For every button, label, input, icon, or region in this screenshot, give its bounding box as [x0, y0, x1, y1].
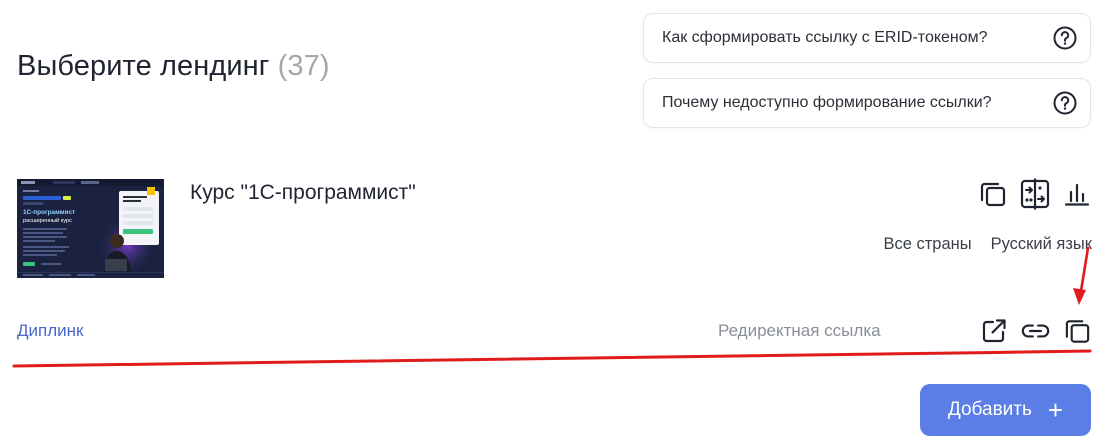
erid-help-label: Как сформировать ссылку с ERID-токеном? [662, 29, 988, 46]
landing-select-page: Выберите лендинг (37) Как сформировать с… [0, 0, 1106, 448]
add-button[interactable]: Добавить + [920, 384, 1091, 436]
red-arrow-head [1073, 288, 1086, 305]
compare-landing-button[interactable] [1020, 178, 1050, 210]
plus-icon: + [1047, 395, 1064, 425]
page-title: Выберите лендинг (37) [17, 50, 330, 83]
unavailable-help-label: Почему недоступно формирование ссылки? [662, 94, 992, 111]
red-underline [12, 349, 1092, 368]
landing-count: (37) [277, 50, 330, 82]
add-button-label: Добавить [947, 399, 1032, 420]
language-label: Русский язык [990, 235, 1092, 253]
copy-link-button[interactable] [1063, 315, 1092, 347]
svg-text:расширенный курс: расширенный курс [23, 217, 72, 224]
question-circle-icon [1053, 26, 1077, 50]
erid-help-button[interactable]: Как сформировать ссылку с ERID-токеном? [643, 13, 1091, 63]
countries-label: Все страны [883, 235, 972, 253]
get-link-button[interactable] [1021, 315, 1050, 347]
external-link-icon [982, 319, 1006, 343]
copy-landing-button[interactable] [978, 178, 1008, 210]
red-arrow-shaft [1078, 246, 1090, 299]
deeplink-link[interactable]: Диплинк [17, 321, 83, 341]
swap-compare-icon [1020, 178, 1050, 210]
copy-icon [980, 182, 1006, 207]
link-actions [979, 315, 1092, 347]
open-link-button[interactable] [979, 315, 1008, 347]
bar-chart-icon [1064, 183, 1090, 206]
statistics-button[interactable] [1062, 178, 1092, 210]
question-circle-icon [1053, 91, 1077, 115]
page-title-text: Выберите лендинг [17, 50, 270, 82]
link-icon [1021, 324, 1050, 338]
landing-meta: Все страны Русский язык [883, 235, 1092, 254]
landing-thumbnail[interactable]: 1С-программист расширенный курс [17, 179, 164, 278]
landing-title[interactable]: Курс "1С-программист" [190, 181, 416, 205]
landing-actions [978, 178, 1092, 210]
svg-text:1С-программист: 1С-программист [23, 209, 75, 216]
redirect-link-label: Редиректная ссылка [718, 321, 881, 340]
thumbnail-preview: 1С-программист расширенный курс [17, 179, 164, 278]
copy-icon [1065, 320, 1090, 343]
unavailable-help-button[interactable]: Почему недоступно формирование ссылки? [643, 78, 1091, 128]
